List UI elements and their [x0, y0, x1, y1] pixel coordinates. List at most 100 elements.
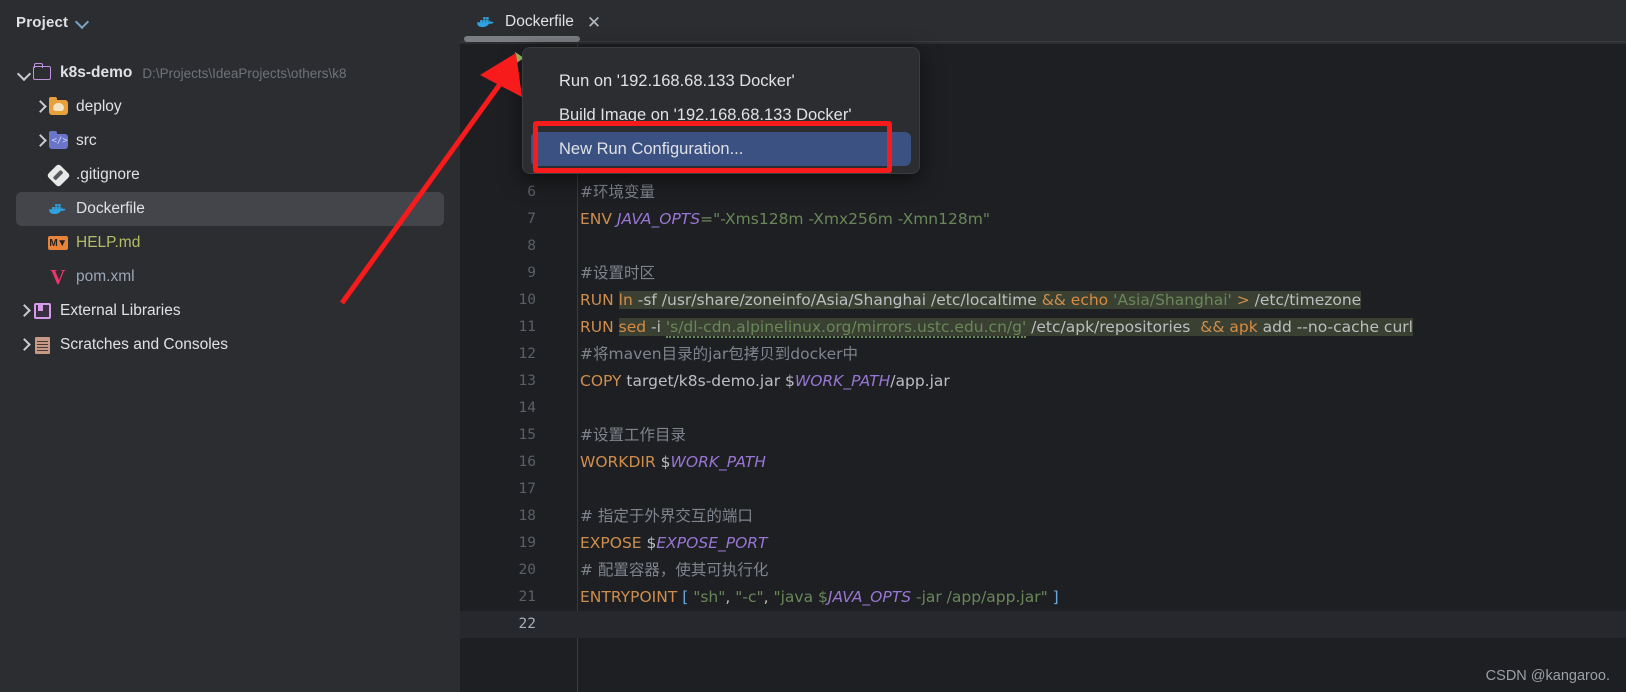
code-command: sed: [618, 318, 647, 336]
line-number: 16: [518, 454, 536, 470]
tree-item-help-md[interactable]: M▼ HELP.md: [48, 226, 444, 260]
tree-item-dockerfile[interactable]: Dockerfile: [16, 192, 444, 226]
line-number: 14: [518, 400, 536, 416]
code-line-21[interactable]: 21 ENTRYPOINT [ "sh", "-c", "java $JAVA_…: [460, 584, 1626, 611]
code-text: WORKDIR $WORK_PATH: [580, 449, 1626, 476]
code-line-17[interactable]: 17: [460, 476, 1626, 503]
line-number: 19: [518, 535, 536, 551]
tree-item-deploy[interactable]: deploy: [32, 90, 444, 124]
code-text: ENTRYPOINT [ "sh", "-c", "java $JAVA_OPT…: [580, 584, 1626, 611]
code-text: EXPOSE $EXPOSE_PORT: [580, 530, 1626, 557]
tab-active-underline[interactable]: [464, 36, 580, 42]
code-variable: WORK_PATH: [670, 453, 766, 471]
code-keyword: ENV: [580, 210, 612, 228]
code-line-14[interactable]: 14: [460, 395, 1626, 422]
code-text: COPY target/k8s-demo.jar $WORK_PATH/app.…: [580, 368, 1626, 395]
code-text: #将maven目录的jar包拷贝到docker中: [580, 345, 858, 363]
code-text: RUN ln -sf /usr/share/zoneinfo/Asia/Shan…: [580, 287, 1626, 314]
line-number: 8: [527, 238, 536, 254]
chevron-down-icon[interactable]: [16, 65, 32, 81]
tree-item-scratches-and-consoles[interactable]: Scratches and Consoles: [16, 328, 444, 362]
code-text: #环境变量: [580, 183, 655, 201]
line-number: 7: [527, 211, 536, 227]
chevron-right-icon[interactable]: [32, 133, 48, 149]
code-line-12[interactable]: 12 #将maven目录的jar包拷贝到docker中: [460, 341, 1626, 368]
docker-icon: [48, 199, 68, 219]
folder-source-icon: </>: [48, 130, 68, 151]
tree-item-src[interactable]: </> src: [32, 124, 444, 158]
code-args: -i: [646, 318, 666, 336]
popup-item-new-run-configuration[interactable]: New Run Configuration...: [531, 132, 911, 166]
code-line-13[interactable]: 13 COPY target/k8s-demo.jar $WORK_PATH/a…: [460, 368, 1626, 395]
git-icon: [45, 162, 71, 188]
popup-item-build-image-on-docker[interactable]: Build Image on '192.168.68.133 Docker': [531, 98, 911, 132]
tree-item-label: deploy: [76, 98, 122, 115]
docker-icon: [476, 12, 496, 32]
code-line-11[interactable]: 11 RUN sed -i 's/dl-cdn.alpinelinux.org/…: [460, 314, 1626, 341]
code-line-19[interactable]: 19 EXPOSE $EXPOSE_PORT: [460, 530, 1626, 557]
code-bracket: [: [677, 588, 689, 606]
code-string: 's/dl-cdn.alpinelinux.org/mirrors.ustc.e…: [665, 318, 1027, 338]
tree-item-external-libraries[interactable]: External Libraries: [16, 294, 444, 328]
code-args: target/k8s-demo.jar $: [621, 372, 795, 390]
tree-item-pom-xml[interactable]: V pom.xml: [48, 260, 444, 294]
tree-item-label: Dockerfile: [76, 200, 145, 217]
run-context-popup[interactable]: Run on '192.168.68.133 Docker' Build Ima…: [522, 47, 920, 174]
popup-item-run-on-docker[interactable]: Run on '192.168.68.133 Docker': [531, 64, 911, 98]
popup-item-label: Run on '192.168.68.133 Docker': [559, 71, 795, 90]
tree-item-k8s-demo[interactable]: k8s-demo D:\Projects\IdeaProjects\others…: [16, 56, 444, 90]
code-string: "java $: [773, 588, 828, 606]
code-variable: WORK_PATH: [794, 372, 891, 390]
code-line-20[interactable]: 20 # 配置容器，使其可执行化: [460, 557, 1626, 584]
code-string: "sh": [688, 588, 726, 606]
code-line-10[interactable]: 10 RUN ln -sf /usr/share/zoneinfo/Asia/S…: [460, 287, 1626, 314]
code-command: apk: [1224, 318, 1258, 336]
code-text: # 指定于外界交互的端口: [580, 507, 753, 525]
code-text: # 配置容器，使其可执行化: [580, 561, 769, 579]
chevron-right-icon[interactable]: [16, 303, 32, 319]
code-args: add --no-cache curl: [1257, 318, 1413, 336]
line-number: 12: [518, 346, 536, 362]
close-icon[interactable]: ✕: [587, 14, 601, 31]
watermark: CSDN @kangaroo.: [1485, 668, 1610, 684]
editor-bottom-strip: [578, 655, 1626, 692]
code-text: ENV JAVA_OPTS="-Xms128m -Xmx256m -Xmn128…: [580, 206, 1626, 233]
current-line-highlight: [460, 611, 1626, 638]
line-number: 21: [518, 589, 536, 605]
sidebar-bottom-strip: [0, 655, 460, 692]
code-keyword: RUN: [580, 318, 614, 336]
chevron-down-icon[interactable]: [76, 16, 88, 28]
tree-item-gitignore[interactable]: .gitignore: [45, 158, 444, 192]
line-number: 6: [527, 184, 536, 200]
scratches-icon: [32, 335, 52, 355]
code-punct: ,: [725, 588, 736, 606]
code-args: -sf /usr/share/zoneinfo/Asia/Shanghai /e…: [632, 291, 1042, 309]
code-line-7[interactable]: 7 ENV JAVA_OPTS="-Xms128m -Xmx256m -Xmn1…: [460, 206, 1626, 233]
docker-icon-svg: [49, 203, 66, 214]
code-args: /app.jar: [890, 372, 950, 390]
line-number: 10: [518, 292, 536, 308]
code-args: /etc/timezone: [1254, 291, 1362, 309]
tree-item-label: pom.xml: [76, 268, 135, 285]
code-args: $: [641, 534, 657, 552]
chevron-right-icon[interactable]: [16, 337, 32, 353]
chevron-right-icon[interactable]: [32, 99, 48, 115]
code-line-8[interactable]: 8: [460, 233, 1626, 260]
code-line-22[interactable]: 22: [460, 611, 1626, 638]
code-line-16[interactable]: 16 WORKDIR $WORK_PATH: [460, 449, 1626, 476]
tree-item-label: Scratches and Consoles: [60, 336, 229, 353]
code-line-9[interactable]: 9 #设置时区: [460, 260, 1626, 287]
code-line-15[interactable]: 15 #设置工作目录: [460, 422, 1626, 449]
library-icon: [32, 301, 52, 321]
line-number: 22: [518, 616, 536, 632]
editor-tabbar: Dockerfile ✕: [460, 0, 1626, 44]
code-keyword: EXPOSE: [580, 534, 642, 552]
tree-item-label: k8s-demo: [60, 64, 133, 81]
line-number: 13: [518, 373, 536, 389]
code-text: #设置工作目录: [580, 426, 686, 444]
sidebar-header[interactable]: Project: [0, 0, 460, 44]
code-operator: >: [1231, 291, 1255, 309]
code-line-18[interactable]: 18 # 指定于外界交互的端口: [460, 503, 1626, 530]
code-operator: &&: [1041, 291, 1066, 309]
code-line-6[interactable]: 6 #环境变量: [460, 179, 1626, 206]
